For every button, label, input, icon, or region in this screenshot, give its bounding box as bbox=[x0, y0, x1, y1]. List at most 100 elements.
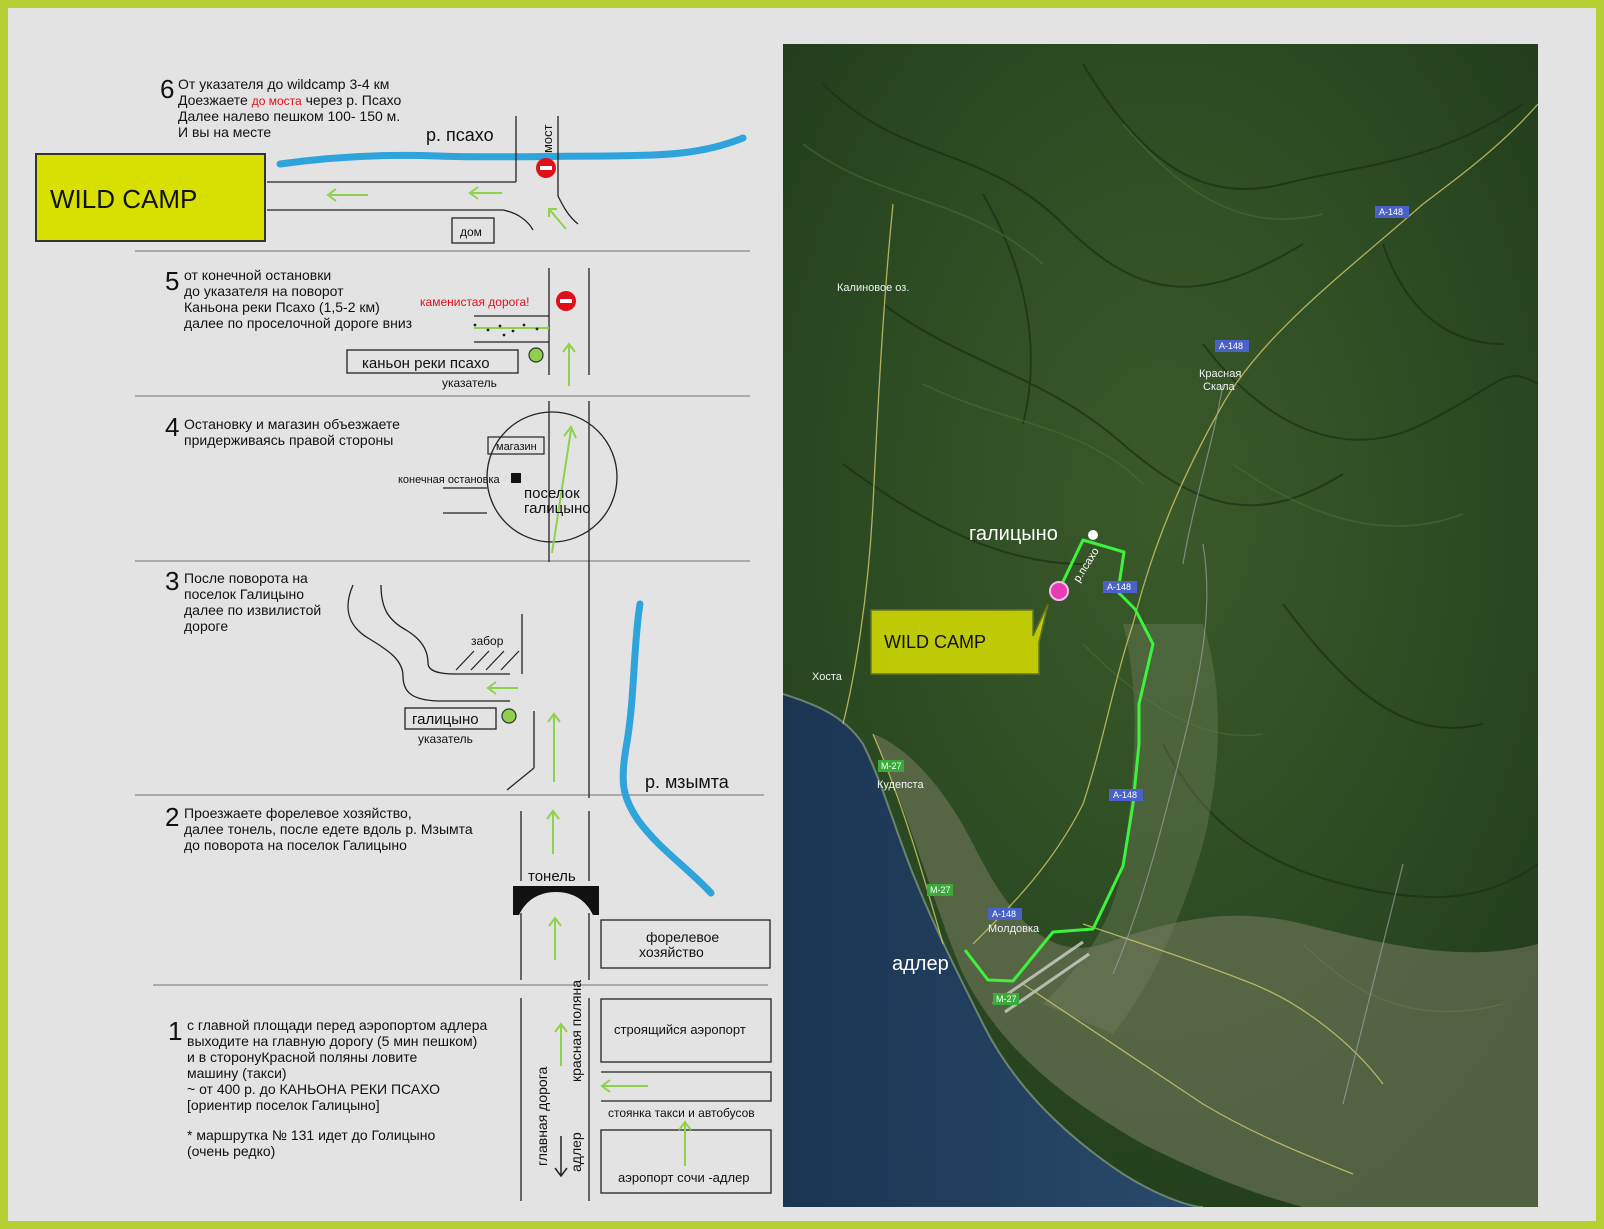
airport-label: аэропорт сочи -адлер bbox=[618, 1170, 750, 1185]
step5-line2: до указателя на поворот bbox=[184, 283, 344, 299]
left-arrow-icon bbox=[600, 1079, 648, 1093]
road-badge: А-148 bbox=[1103, 581, 1137, 593]
step3-number: 3 bbox=[165, 566, 179, 596]
mzymta-river-label: р. мзымта bbox=[645, 772, 730, 792]
galitsyno-map-label: галицыно bbox=[969, 523, 1058, 545]
road-badge: А-148 bbox=[988, 908, 1022, 920]
road-badge-label: М-27 bbox=[996, 994, 1017, 1004]
wild-camp-callout[interactable]: WILD CAMP bbox=[870, 603, 1049, 675]
road-badge-label: А-148 bbox=[1107, 582, 1131, 592]
map-pin-icon[interactable] bbox=[1049, 581, 1069, 601]
up-arrow-icon bbox=[547, 712, 561, 782]
left-arrow-icon bbox=[326, 188, 368, 202]
stony-road-warning: каменистая дорога! bbox=[420, 295, 529, 309]
no-entry-icon bbox=[556, 291, 576, 311]
gravel-dots bbox=[473, 323, 539, 337]
up-arrow-icon bbox=[562, 342, 576, 386]
shop-label: магазин bbox=[496, 441, 537, 453]
road-badge: М-27 bbox=[993, 993, 1019, 1005]
adler-map-label: адлер bbox=[892, 953, 949, 975]
canyon-sign-caption: указатель bbox=[442, 376, 497, 390]
road-badge-label: М-27 bbox=[881, 761, 902, 771]
left-arrow-icon bbox=[486, 681, 518, 695]
step6-line2-red: до моста bbox=[252, 94, 302, 108]
step2-line2: далее тонель, после едете вдоль р. Мзымт… bbox=[184, 821, 473, 837]
no-entry-icon bbox=[536, 158, 556, 178]
signpost-dot-icon bbox=[528, 347, 544, 363]
down-arrow-icon bbox=[554, 1136, 568, 1178]
step6-line1: От указателя до wildcamp 3-4 км bbox=[178, 76, 389, 92]
step2-line1: Проезжаете форелевое хозяйство, bbox=[184, 805, 412, 821]
construction-airport-label: строящийся аэропорт bbox=[614, 1022, 746, 1037]
road-badge-label: А-148 bbox=[1113, 790, 1137, 800]
step3-line1: После поворота на bbox=[184, 570, 308, 586]
step5-line1: от конечной остановки bbox=[184, 267, 331, 283]
step6-line2-post: через р. Псахо bbox=[302, 92, 402, 108]
road-badge-label: А-148 bbox=[1379, 207, 1403, 217]
galitsyno-dot bbox=[1088, 530, 1098, 540]
left-arrow-icon bbox=[468, 186, 502, 200]
step1-note1: * маршрутка № 131 идет до Голицыно bbox=[187, 1127, 435, 1143]
place-khosta: Хоста bbox=[812, 671, 843, 683]
main-road-label: главная дорога bbox=[534, 1066, 550, 1166]
place-kudepsta: Кудепста bbox=[877, 779, 924, 791]
tunnel-icon bbox=[513, 886, 599, 915]
satellite-map: А-148 А-148 А-148 А-148 А-148 М-27 М-27 … bbox=[783, 44, 1538, 1207]
mzymta-river bbox=[619, 600, 715, 897]
tunnel-label: тонель bbox=[528, 868, 576, 885]
step1-line1: с главной площади перед аэропортом адлер… bbox=[187, 1017, 487, 1033]
step6-number: 6 bbox=[160, 74, 174, 104]
up-arrow-icon bbox=[546, 809, 560, 854]
winding-road bbox=[380, 584, 510, 675]
page-frame: 6 От указателя до wildcamp 3-4 км Доезжа… bbox=[8, 8, 1596, 1221]
road-badge: А-148 bbox=[1109, 789, 1143, 801]
step4-line1: Остановку и магазин объезжаете bbox=[184, 416, 400, 432]
step2-line3: до поворота на поселок Галицыно bbox=[184, 837, 407, 853]
step5-number: 5 bbox=[165, 266, 179, 296]
step6-line2: Доезжаете до моста через р. Псахо bbox=[178, 92, 402, 108]
galitsyno-sign-label: галицыно bbox=[412, 711, 479, 728]
trout-farm-line2: хозяйство bbox=[639, 944, 704, 960]
step6-line3: Далее налево пешком 100- 150 м. bbox=[178, 108, 400, 124]
step3-line2: поселок Галицыно bbox=[184, 586, 304, 602]
place-kalinovoe: Калиновое оз. bbox=[837, 282, 909, 294]
step5-line3: Каньона реки Псахо (1,5-2 км) bbox=[184, 299, 380, 315]
step2-number: 2 bbox=[165, 802, 179, 832]
wild-camp-map-label: WILD CAMP bbox=[884, 632, 986, 652]
psakho-river-label: р. псахо bbox=[426, 125, 494, 145]
step3-line3: далее по извилистой bbox=[184, 602, 321, 618]
step1-note2: (очень редко) bbox=[187, 1143, 275, 1159]
step1-line5: ~ от 400 р. до КАНЬОНА РЕКИ ПСАХО bbox=[187, 1081, 440, 1097]
step3-line4: дороге bbox=[184, 618, 228, 634]
road-badge-label: А-148 bbox=[1219, 341, 1243, 351]
psakho-river bbox=[276, 134, 747, 168]
place-moldovka: Молдовка bbox=[988, 923, 1040, 935]
trout-farm-line1: форелевое bbox=[646, 929, 719, 945]
fence-hatching bbox=[455, 650, 520, 671]
bus-stop-label: конечная остановка bbox=[398, 474, 501, 486]
road-line bbox=[506, 767, 535, 791]
polyana-road-label: красная поляна bbox=[568, 980, 584, 1082]
step6-line4: И вы на месте bbox=[178, 124, 271, 140]
fence-label: забор bbox=[471, 634, 504, 648]
canyon-sign-label: каньон реки псахо bbox=[362, 355, 490, 372]
up-arrow-icon bbox=[548, 208, 567, 230]
village-circle bbox=[486, 411, 618, 543]
road-badge-label: А-148 bbox=[992, 909, 1016, 919]
road-badge: М-27 bbox=[927, 884, 953, 896]
bus-stop-marker bbox=[511, 473, 521, 483]
step4-number: 4 bbox=[165, 412, 179, 442]
step1-line2: выходите на главную дорогу (5 мин пешком… bbox=[187, 1033, 477, 1049]
road-badge-label: М-27 bbox=[930, 885, 951, 895]
up-arrow-icon bbox=[554, 1022, 568, 1066]
taxi-stand-label: стоянка такси и автобусов bbox=[608, 1106, 755, 1120]
route-diagram: 6 От указателя до wildcamp 3-4 км Доезжа… bbox=[35, 74, 772, 1201]
step6-line2-pre: Доезжаете bbox=[178, 92, 252, 108]
place-krasnaya-2: Скала bbox=[1203, 381, 1236, 393]
house-label: дом bbox=[460, 225, 482, 239]
adler-road-label: адлер bbox=[568, 1132, 584, 1172]
wild-camp-label: WILD CAMP bbox=[50, 184, 197, 214]
step1-line4: машину (такси) bbox=[187, 1065, 287, 1081]
step1-number: 1 bbox=[168, 1016, 182, 1046]
bridge-label: мост bbox=[540, 124, 555, 153]
